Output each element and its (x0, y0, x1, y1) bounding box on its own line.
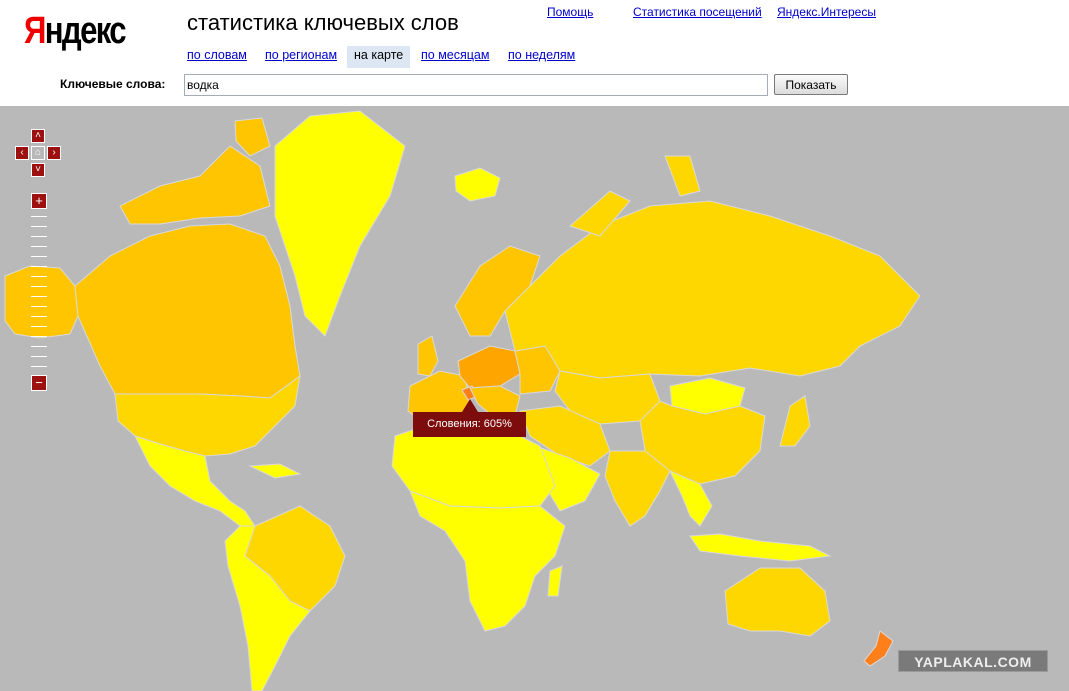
pan-up-button[interactable]: ˄ (31, 129, 45, 143)
interests-link-wrap: Яндекс.Интересы (777, 5, 876, 19)
tab-by-regions[interactable]: по регионам (265, 46, 337, 68)
help-link[interactable]: Помощь (547, 5, 593, 19)
tab-by-weeks[interactable]: по неделям (508, 46, 575, 68)
zoom-out-button[interactable]: − (31, 375, 47, 391)
header: Яндекс статистика ключевых слов Помощь С… (0, 0, 1069, 106)
severnaya-zemlya (664, 155, 701, 197)
watermark: YAPLAKAL.COM (898, 650, 1048, 672)
page-title: статистика ключевых слов (187, 10, 459, 35)
canada-arctic-islands (119, 145, 271, 225)
region-tooltip: Словения: 605% (413, 412, 526, 437)
country-canada[interactable] (74, 223, 301, 399)
country-greenland[interactable] (274, 110, 406, 337)
country-australia[interactable] (724, 567, 831, 637)
indonesia[interactable] (689, 533, 832, 562)
world-map-svg (4, 110, 921, 691)
zoom-in-button[interactable]: + (31, 193, 47, 209)
keywords-label: Ключевые слова: (60, 77, 166, 91)
country-russia[interactable] (504, 200, 921, 379)
pan-left-button[interactable]: ‹ (15, 146, 29, 160)
show-button[interactable]: Показать (774, 74, 848, 95)
interests-link[interactable]: Яндекс.Интересы (777, 5, 876, 19)
keywords-input[interactable] (184, 74, 768, 96)
tab-by-months[interactable]: по месяцам (421, 46, 489, 68)
country-germany-poland[interactable] (457, 345, 521, 389)
country-iceland[interactable] (454, 167, 501, 202)
pan-down-button[interactable]: ˅ (31, 163, 45, 177)
country-madagascar[interactable] (547, 565, 563, 597)
zoom-slider-track[interactable] (31, 216, 47, 368)
tooltip-arrow (462, 399, 478, 412)
pan-right-button[interactable]: › (47, 146, 61, 160)
country-japan[interactable] (779, 395, 811, 447)
country-uk[interactable] (417, 335, 439, 377)
tab-by-words[interactable]: по словам (187, 46, 247, 68)
caribbean-islands (248, 463, 302, 479)
country-sub-saharan-africa[interactable] (409, 490, 566, 632)
world-map[interactable]: ˄ ‹ ⌂ › ˅ + − Словения: 605% YAPLAKAL.CO… (0, 106, 1069, 691)
country-new-zealand[interactable] (863, 630, 894, 667)
baffin-island (234, 117, 271, 157)
yandex-logo[interactable]: Яндекс (24, 10, 127, 53)
visits-stats-link[interactable]: Статистика посещений (633, 5, 762, 19)
visits-stats-link-wrap: Статистика посещений (633, 5, 762, 19)
home-icon[interactable]: ⌂ (31, 146, 45, 160)
help-link-wrap: Помощь (547, 5, 593, 19)
tab-on-map[interactable]: на карте (347, 46, 411, 68)
